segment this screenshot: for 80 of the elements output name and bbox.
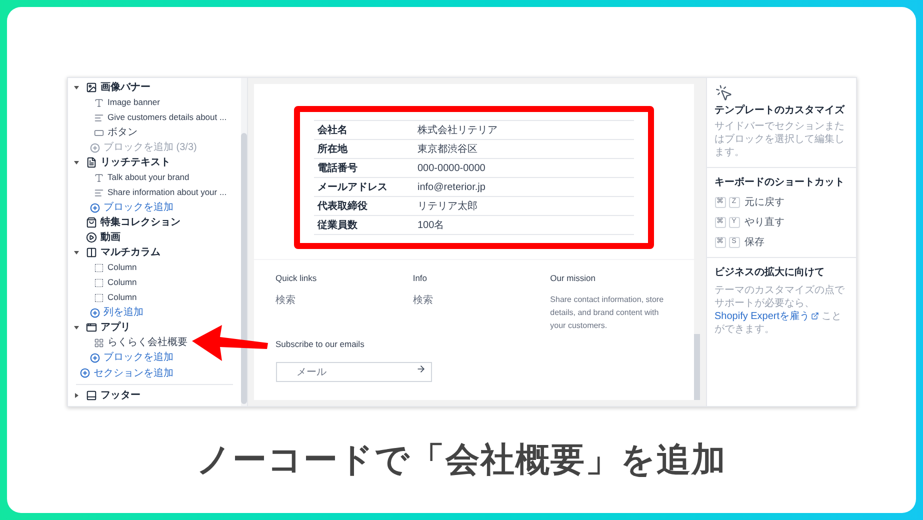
- table-label: 代表取締役: [318, 199, 368, 214]
- image-icon: [86, 82, 96, 93]
- sidebar-item[interactable]: らくらく会社概要: [108, 335, 188, 350]
- scrollbar[interactable]: [240, 78, 246, 406]
- footer-text: Share contact information, store details, and brand content with your customers.: [550, 294, 665, 332]
- panel-description: サイドバーでセクションまたはブロックを選択して編集します。: [714, 120, 846, 159]
- dashed-square-icon: [94, 278, 104, 288]
- caret-icon[interactable]: [74, 325, 79, 330]
- columns-icon: [86, 247, 96, 258]
- footer-heading: Our mission: [550, 272, 596, 285]
- table-label: 会社名: [318, 124, 348, 138]
- table-value: 株式会社リテリア: [418, 124, 498, 138]
- table-label: 電話番号: [318, 162, 358, 176]
- arrow-right-icon[interactable]: [416, 364, 426, 374]
- text-block-icon: [86, 157, 96, 168]
- table-value: 000-0000-0000: [418, 162, 486, 176]
- sidebar-item[interactable]: ブロックを追加: [104, 200, 174, 215]
- sidebar-item[interactable]: Column: [108, 261, 137, 274]
- business-heading: ビジネスの拡大に向けて: [714, 266, 826, 280]
- plus-circle-icon: [80, 368, 90, 378]
- sidebar-item[interactable]: Image banner: [108, 96, 160, 109]
- table-label: メールアドレス: [318, 180, 388, 194]
- footer-heading: Info: [412, 272, 428, 285]
- plus-circle-icon: [90, 142, 100, 152]
- text-icon: [94, 98, 104, 108]
- plus-circle-icon: [90, 202, 100, 212]
- template-cursor-icon: [714, 84, 732, 102]
- button-shape-icon: [94, 128, 104, 138]
- caret-icon[interactable]: [74, 160, 79, 165]
- expert-link[interactable]: Shopify Expertを雇う: [714, 311, 819, 322]
- sidebar-item[interactable]: ボタン: [108, 125, 138, 140]
- grid-icon: [94, 338, 104, 348]
- external-link-icon: [810, 312, 819, 320]
- shortcut-label: やり直す: [744, 216, 784, 230]
- shortcut-label: 保存: [744, 236, 764, 250]
- footer-heading: Quick links: [276, 272, 318, 285]
- sidebar-item[interactable]: Talk about your brand: [108, 171, 190, 184]
- app-window-icon: [86, 322, 96, 333]
- sidebar-item[interactable]: Share information about your ...: [108, 186, 227, 199]
- table-value: リテリア太郎: [418, 200, 478, 214]
- shortcut-label: 元に戻す: [744, 196, 784, 210]
- paragraph-icon: [94, 112, 104, 122]
- caret-icon[interactable]: [74, 250, 79, 255]
- play-icon: [86, 232, 96, 243]
- section-title[interactable]: フッター: [100, 388, 140, 403]
- section-title[interactable]: 特集コレクション: [100, 215, 180, 230]
- text-icon: [94, 172, 104, 182]
- sidebar-item[interactable]: 列を追加: [104, 305, 144, 320]
- table-label: 所在地: [318, 142, 348, 156]
- caption-heading: ノーコードで「会社概要」を追加: [196, 440, 726, 480]
- business-text: テーマのカスタマイズの点でサポートが必要なら、 Shopify Expertを雇う ことができます。: [714, 284, 846, 336]
- table-value: 100名: [418, 218, 444, 232]
- footer-panel-icon: [86, 390, 96, 401]
- dashed-square-icon: [94, 262, 104, 272]
- subscribe-heading: Subscribe to our emails: [276, 338, 366, 350]
- section-title[interactable]: アプリ: [100, 320, 130, 335]
- sidebar-item[interactable]: Column: [108, 276, 137, 289]
- section-title[interactable]: 動画: [100, 230, 120, 245]
- shortcuts-heading: キーボードのショートカット: [714, 176, 846, 190]
- caret-icon[interactable]: [74, 85, 79, 90]
- sidebar-item[interactable]: Give customers details about ...: [108, 111, 227, 124]
- footer-text[interactable]: 検索: [276, 292, 397, 308]
- caret-icon[interactable]: [74, 393, 79, 398]
- footer-text[interactable]: 検索: [412, 292, 534, 308]
- sidebar-item[interactable]: ブロックを追加: [104, 350, 174, 365]
- paragraph-icon: [94, 188, 104, 198]
- plus-circle-icon: [90, 308, 100, 318]
- sidebar-item[interactable]: Column: [108, 291, 137, 304]
- section-title[interactable]: 画像バナー: [100, 80, 150, 95]
- add-section-link[interactable]: セクションを追加: [94, 366, 174, 380]
- bag-icon: [86, 217, 96, 228]
- plus-circle-icon: [90, 352, 100, 362]
- table-label: 従業員数: [318, 218, 358, 232]
- dashed-square-icon: [94, 292, 104, 302]
- panel-title: テンプレートのカスタマイズ: [714, 105, 846, 117]
- section-title[interactable]: リッチテキスト: [100, 155, 170, 170]
- email-field[interactable]: メール: [276, 362, 432, 382]
- section-title[interactable]: マルチカラム: [100, 245, 160, 260]
- table-value: info@reterior.jp: [418, 180, 486, 194]
- table-value: 東京都渋谷区: [418, 142, 478, 156]
